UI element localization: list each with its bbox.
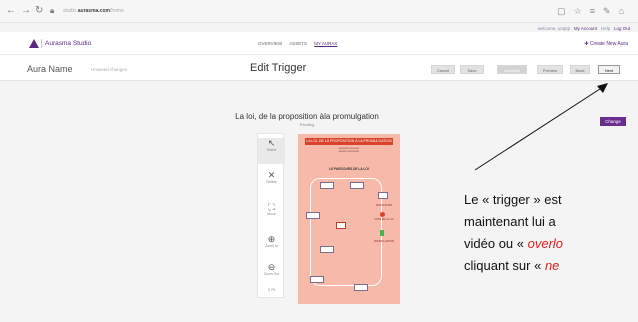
poster-label: VOTE DE LA LOI xyxy=(374,218,394,221)
zoom-in-tool[interactable]: ⊕ Zoom In xyxy=(258,234,285,248)
annotation-text: Le « trigger » est maintenant lui a vidé… xyxy=(464,192,564,273)
next-button[interactable]: Next xyxy=(598,65,620,74)
poster-building xyxy=(336,222,346,229)
poster-flow-line xyxy=(310,178,382,286)
favorite-star-icon[interactable]: ☆ xyxy=(574,6,590,16)
poster-label: PROMULGATION xyxy=(374,240,395,243)
back-arrow-icon[interactable]: ← xyxy=(6,4,16,18)
page-title: Edit Trigger xyxy=(250,62,307,74)
poster-building xyxy=(320,182,334,189)
share-icon[interactable]: ⌂ xyxy=(619,6,632,16)
url-host: aurasma.com xyxy=(77,8,110,14)
poster-subtext: ▪▪▪▪▪▪▪▪▪▪ ▪▪▪▪▪▪▪▪▪▪ ▪▪▪▪▪▪▪▪ ▪▪▪▪▪▪▪▪▪▪… xyxy=(338,146,360,154)
cancel-button[interactable]: Cancel xyxy=(431,65,455,74)
poster-building xyxy=(350,182,364,189)
zoom-out-icon: ⊖ xyxy=(267,262,276,272)
trigger-title: La loi, de la proposition àla promulgati… xyxy=(235,112,379,121)
resize-icon: ⛶ xyxy=(268,202,275,212)
tool-panel: ↖ Select ✕ Delete ⛶ Move ⊕ Zoom In ⊖ Zoo… xyxy=(257,133,285,298)
nav-my-auras[interactable]: MY AURAS xyxy=(314,41,337,46)
poster-building xyxy=(320,246,334,253)
poster-building xyxy=(310,276,324,283)
screenshot-root: ← → ↻ 🔒︎ studio.aurasma.com/home ▢☆≡✎⌂ w… xyxy=(0,0,638,322)
refresh-icon[interactable]: ↻ xyxy=(35,4,43,18)
my-account-link[interactable]: My Account xyxy=(574,26,597,31)
preview-button[interactable]: Preview xyxy=(537,65,563,74)
poster-dot xyxy=(380,212,385,217)
brand-name[interactable]: Aurasma Studio xyxy=(45,40,91,47)
x-icon: ✕ xyxy=(267,170,276,180)
delete-tool[interactable]: ✕ Delete xyxy=(258,170,285,184)
main-nav: OVERVIEW ASSETS MY AURAS xyxy=(258,41,343,46)
zoom-in-icon: ⊕ xyxy=(267,234,276,244)
poster-icon-box xyxy=(378,192,388,199)
forward-arrow-icon[interactable]: → xyxy=(21,4,31,18)
poster-label: APPLICATION xyxy=(375,204,393,207)
browser-actions: ▢☆≡✎⌂ xyxy=(557,4,632,18)
zoom-out-tool[interactable]: ⊖ Zoom Out xyxy=(258,262,285,276)
select-tool[interactable]: ↖ Select xyxy=(258,138,285,164)
fit-tool[interactable]: ⚲ Fit xyxy=(258,288,285,292)
aurasma-logo-icon[interactable] xyxy=(29,39,39,48)
save-button[interactable]: Save xyxy=(460,65,484,74)
hub-icon[interactable]: ≡ xyxy=(590,6,603,16)
overlays-button[interactable]: Overlays xyxy=(497,65,527,74)
cursor-icon: ↖ xyxy=(267,138,276,148)
poster-title: LE PARCOURS DE LA LOI xyxy=(329,167,369,171)
create-new-aura-button[interactable]: ✚ Create New Aura xyxy=(584,41,628,47)
notes-icon[interactable]: ✎ xyxy=(603,6,619,16)
fit-label: ⚲ Fit xyxy=(267,288,276,292)
change-button[interactable]: Change xyxy=(600,117,626,126)
poster-marker xyxy=(380,230,384,236)
trigger-image[interactable]: LA LOI, DE LA PROPOSITION À LA PROMULGAT… xyxy=(298,134,400,304)
reading-view-icon[interactable]: ▢ xyxy=(557,6,574,16)
nav-assets[interactable]: ASSETS xyxy=(289,41,307,46)
edit-toolbar: Aura Name Unsaved changes Edit Trigger C… xyxy=(0,54,638,81)
poster-building xyxy=(354,284,368,291)
aura-name-field[interactable]: Aura Name xyxy=(27,64,73,74)
lock-icon: 🔒︎ xyxy=(50,6,55,15)
nav-overview[interactable]: OVERVIEW xyxy=(258,41,282,46)
logout-link[interactable]: Log Out xyxy=(614,26,630,31)
poster-building xyxy=(306,212,320,219)
unsaved-indicator: Unsaved changes xyxy=(91,67,128,72)
poster-heading: LA LOI, DE LA PROPOSITION À LA PROMULGAT… xyxy=(305,138,393,145)
app-header: Aurasma Studio OVERVIEW ASSETS MY AURAS … xyxy=(0,32,638,54)
back-button[interactable]: Back xyxy=(570,65,590,74)
user-links: welcome, ustptp My Account Help Log Out xyxy=(537,26,630,31)
help-link[interactable]: Help xyxy=(601,26,610,31)
address-bar[interactable]: studio.aurasma.com/home xyxy=(63,5,363,18)
trigger-status: Pending xyxy=(299,122,315,127)
move-tool[interactable]: ⛶ Move xyxy=(258,202,285,216)
divider xyxy=(41,39,42,48)
browser-toolbar: ← → ↻ 🔒︎ studio.aurasma.com/home ▢☆≡✎⌂ xyxy=(0,0,638,23)
